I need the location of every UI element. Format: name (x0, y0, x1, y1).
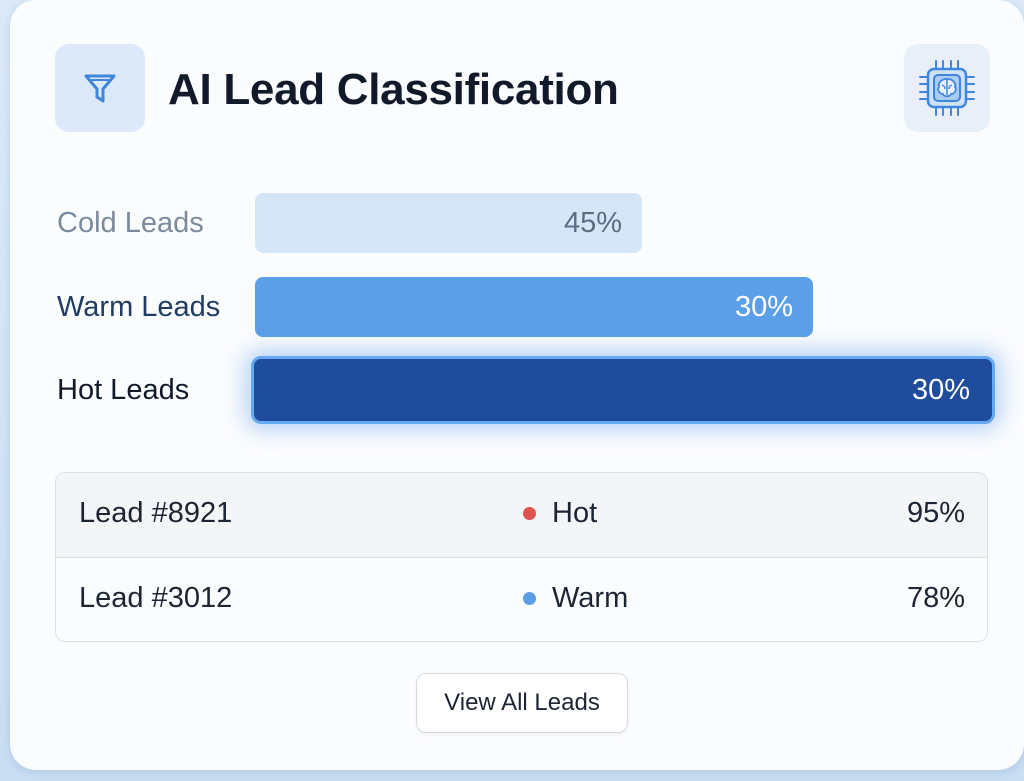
lead-status-label: Warm (552, 582, 629, 614)
cold-leads-label: Cold Leads (57, 207, 204, 239)
lead-id: Lead #3012 (79, 582, 233, 614)
lead-score: 95% (906, 497, 965, 529)
hot-leads-label: Hot Leads (57, 374, 190, 406)
funnel-icon-tile (55, 44, 145, 132)
cold-leads-value: 45% (563, 206, 622, 239)
lead-status: Hot (523, 497, 597, 530)
lead-id: Lead #8921 (79, 497, 233, 529)
warm-leads-value: 30% (734, 290, 793, 323)
lead-status: Warm (523, 582, 628, 615)
warm-leads-label: Warm Leads (57, 291, 221, 323)
hot-leads-bar: 30% (251, 356, 995, 424)
leads-table: Lead #8921 Hot 95% Lead #3012 Warm 78% (55, 472, 988, 642)
table-row[interactable]: Lead #8921 Hot 95% (56, 473, 987, 558)
warm-status-dot-icon (523, 592, 536, 605)
hot-status-dot-icon (523, 507, 536, 520)
view-all-leads-button[interactable]: View All Leads (416, 673, 628, 733)
lead-status-label: Hot (552, 497, 598, 529)
lead-score: 78% (906, 582, 965, 614)
hot-leads-value: 30% (911, 373, 970, 406)
table-row[interactable]: Lead #3012 Warm 78% (56, 558, 987, 641)
page-title: AI Lead Classification (168, 65, 619, 114)
warm-leads-bar: 30% (255, 277, 813, 337)
funnel-icon (84, 74, 116, 103)
ai-chip-icon-tile (904, 44, 990, 132)
cold-leads-bar: 45% (255, 193, 642, 253)
ai-chip-icon (919, 60, 975, 116)
